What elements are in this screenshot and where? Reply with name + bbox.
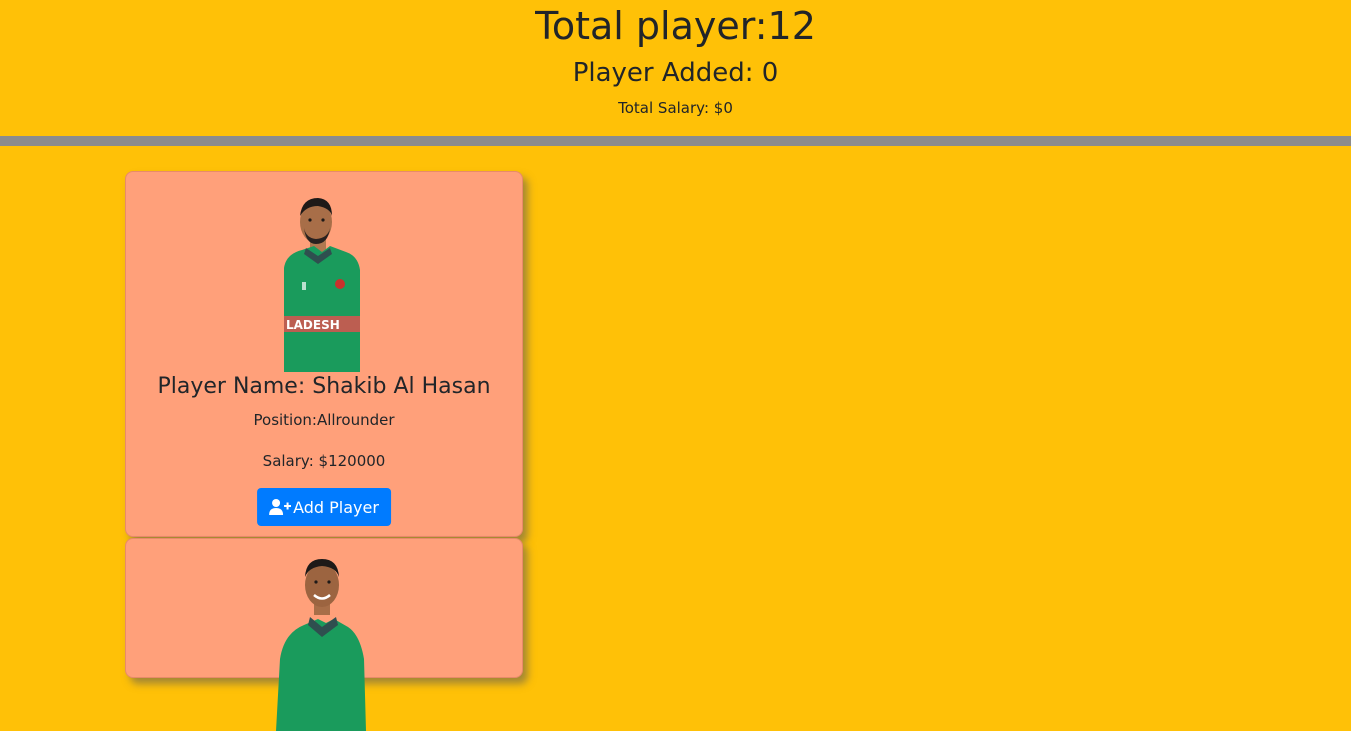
jersey-text: LADESH bbox=[286, 318, 340, 332]
add-player-button[interactable]: Add Player bbox=[257, 488, 391, 526]
add-player-label: Add Player bbox=[293, 497, 379, 517]
player-name: Player Name: Shakib Al Hasan bbox=[157, 374, 491, 399]
total-salary: Total Salary: $0 bbox=[618, 99, 733, 117]
player-salary: Salary: $120000 bbox=[262, 452, 386, 470]
summary-header: Total player:12 Player Added: 0 Total Sa… bbox=[0, 0, 1351, 136]
player-card: LADESH Player Name: Shakib Al Hasan Posi… bbox=[125, 171, 523, 537]
player-added-count: Player Added: 0 bbox=[572, 58, 779, 88]
player-photo bbox=[274, 549, 374, 731]
player-card bbox=[125, 538, 523, 731]
player-photo: LADESH bbox=[274, 190, 374, 372]
player-position: Position:Allrounder bbox=[253, 411, 395, 429]
header-divider bbox=[0, 136, 1351, 146]
user-plus-icon bbox=[269, 498, 292, 516]
total-player-count: Total player:12 bbox=[535, 4, 816, 48]
